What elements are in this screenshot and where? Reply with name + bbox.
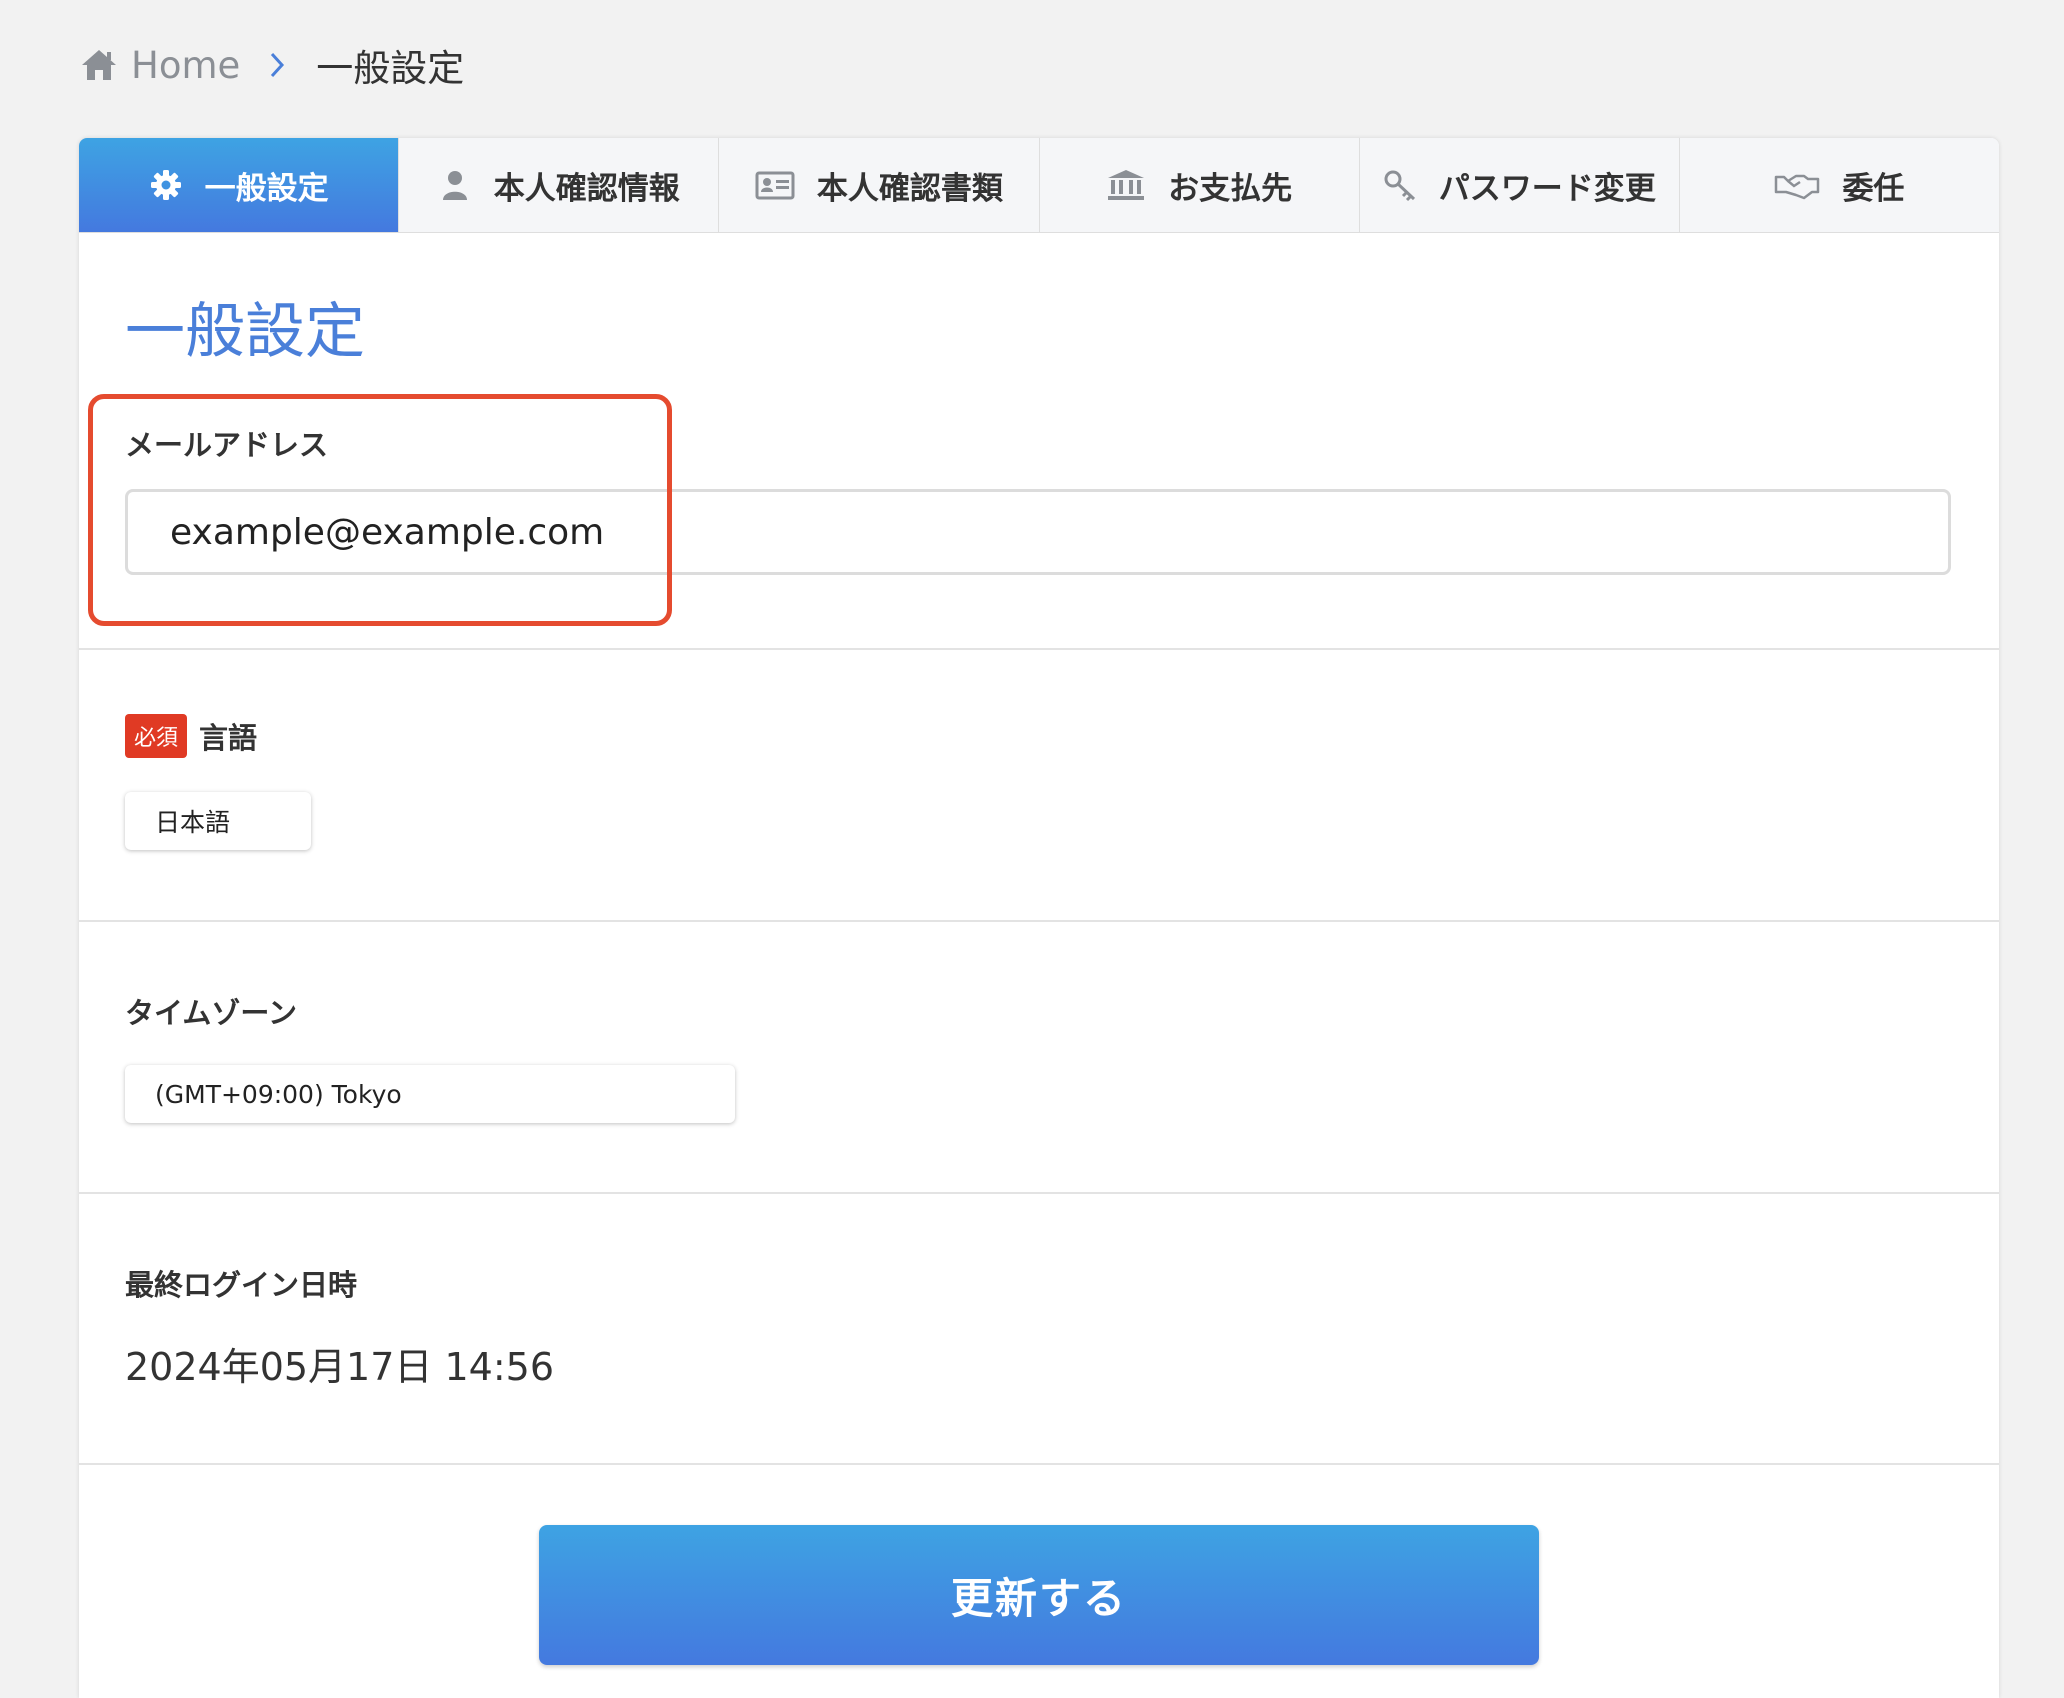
last-login-label: 最終ログイン日時 <box>125 1268 358 1302</box>
home-icon[interactable] <box>79 45 119 85</box>
breadcrumb: Home 一般設定 <box>79 40 464 90</box>
section-divider <box>79 1463 1999 1465</box>
bank-icon <box>1108 170 1145 200</box>
tab-identity-info[interactable]: 本人確認情報 <box>399 138 720 232</box>
tab-label: 一般設定 <box>204 170 329 207</box>
tab-change-password[interactable]: パスワード変更 <box>1359 138 1680 232</box>
tab-label: お支払先 <box>1168 170 1293 207</box>
id-card-icon <box>755 171 795 200</box>
last-login-value: 2024年05月17日 14:56 <box>125 1345 555 1389</box>
tab-label: パスワード変更 <box>1438 170 1656 207</box>
required-badge: 必須 <box>125 714 188 758</box>
email-field[interactable] <box>125 489 1951 575</box>
breadcrumb-current: 一般設定 <box>316 47 465 90</box>
timezone-label: タイムゾーン <box>125 996 297 1030</box>
settings-tabs: 一般設定 本人確認情報 本人確認書類 お支払先 パスワード変更 委任 <box>79 138 1999 233</box>
page-title: 一般設定 <box>125 297 365 367</box>
language-label: 言語 <box>199 721 258 755</box>
tab-general-settings[interactable]: 一般設定 <box>79 138 400 232</box>
user-icon <box>442 171 467 200</box>
section-divider <box>79 648 1999 650</box>
breadcrumb-home-link[interactable]: Home <box>131 44 240 87</box>
tab-payment-destination[interactable]: お支払先 <box>1039 138 1360 232</box>
update-button[interactable]: 更新する <box>539 1525 1539 1665</box>
chevron-right-icon <box>271 52 285 78</box>
settings-card: 一般設定 本人確認情報 本人確認書類 お支払先 パスワード変更 委任 一般設定 … <box>79 138 1999 1698</box>
language-select[interactable]: 日本語 <box>125 792 311 850</box>
email-label: メールアドレス <box>125 428 329 462</box>
key-icon <box>1384 170 1415 202</box>
language-label-row: 必須 言語 <box>125 714 257 758</box>
tab-identity-documents[interactable]: 本人確認書類 <box>719 138 1040 232</box>
tab-label: 委任 <box>1842 170 1905 207</box>
timezone-select-value: (GMT+09:00) Tokyo <box>155 1079 402 1109</box>
gear-icon <box>150 170 181 200</box>
tab-label: 本人確認情報 <box>493 170 680 207</box>
tab-label: 本人確認書類 <box>816 170 1003 207</box>
language-select-value: 日本語 <box>155 808 231 837</box>
timezone-select[interactable]: (GMT+09:00) Tokyo <box>125 1065 735 1123</box>
handshake-icon <box>1775 174 1820 200</box>
tab-delegation[interactable]: 委任 <box>1679 138 1999 232</box>
section-divider <box>79 920 1999 922</box>
section-divider <box>79 1192 1999 1194</box>
